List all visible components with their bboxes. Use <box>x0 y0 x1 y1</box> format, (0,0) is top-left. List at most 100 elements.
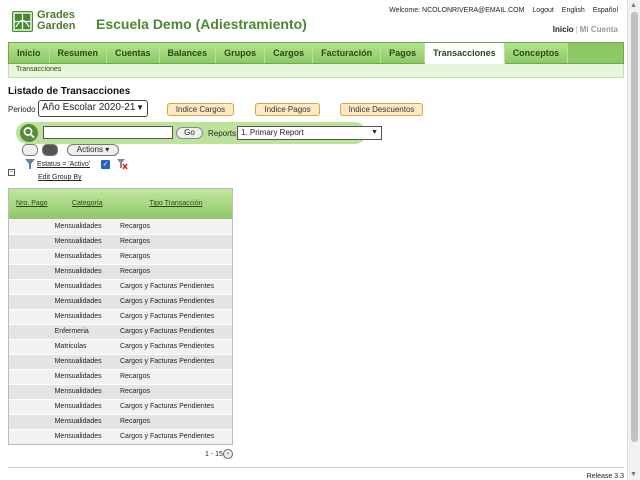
nav-inicio[interactable]: Inicio <box>9 43 50 63</box>
top-links: Welcome: NCOLONRIVERA@EMAIL.COM Logout E… <box>383 7 618 14</box>
sub-nav: Transacciones <box>8 64 624 78</box>
main-nav: Inicio Resumen Cuentas Balances Grupos C… <box>8 42 624 64</box>
next-page-icon[interactable]: › <box>223 449 233 459</box>
indice-cargos-button[interactable]: Indice Cargos <box>167 103 234 116</box>
table-row[interactable]: Mensualidades Recargos <box>9 384 232 399</box>
table-row[interactable]: Mensualidades Cargos y Facturas Pendiente… <box>9 279 232 294</box>
cell-nro-pago <box>9 340 55 354</box>
scroll-down-icon[interactable]: ▼ <box>630 471 637 478</box>
cell-nro-pago <box>9 400 55 414</box>
cell-nro-pago <box>9 250 55 264</box>
filter-link[interactable]: Estatus = 'Activo' <box>37 161 90 168</box>
search-input[interactable] <box>43 126 173 139</box>
cell-tipo-transaccion: Recargos <box>120 418 150 425</box>
school-title: Escuela Demo (Adiestramiento) <box>96 16 307 32</box>
cell-tipo-transaccion: Recargos <box>120 373 150 380</box>
cell-categoria: Mensualidades <box>54 223 102 230</box>
transactions-table: Nro. Pago Categoría Tipo Transacción Men… <box>8 188 233 445</box>
table-row[interactable]: Matriculas Cargos y Facturas Pendientes <box>9 339 232 354</box>
scroll-up-icon[interactable]: ▲ <box>630 2 637 9</box>
cell-categoria: Mensualidades <box>54 388 102 395</box>
nav-transacciones[interactable]: Transacciones <box>425 43 505 64</box>
edit-group-by-link[interactable]: Edit Group By <box>38 174 82 181</box>
cell-categoria: Matriculas <box>54 343 87 350</box>
header-tipo-transaccion[interactable]: Tipo Transacción <box>120 189 232 219</box>
table-row[interactable]: Mensualidades Recargos <box>9 264 232 279</box>
espanol-link[interactable]: Español <box>593 7 618 14</box>
nav-resumen[interactable]: Resumen <box>49 43 108 63</box>
cell-nro-pago <box>9 355 55 369</box>
filter-checkbox[interactable]: ✓ <box>101 160 110 169</box>
cell-nro-pago <box>9 235 55 249</box>
logo-text: Grades Garden <box>37 9 76 32</box>
separator: | <box>575 25 578 34</box>
cell-tipo-transaccion: Recargos <box>120 268 150 275</box>
nav-cuentas[interactable]: Cuentas <box>107 43 160 63</box>
table-row[interactable]: Mensualidades Cargos y Facturas Pendiente… <box>9 429 232 444</box>
view-report-icon[interactable] <box>42 144 58 156</box>
grades-garden-logo[interactable]: Grades Garden <box>12 10 82 34</box>
nav-cargos[interactable]: Cargos <box>265 43 314 63</box>
table-row[interactable]: Mensualidades Recargos <box>9 414 232 429</box>
table-row[interactable]: Mensualidades Recargos <box>9 249 232 264</box>
indice-descuentos-button[interactable]: Indice Descuentos <box>340 103 423 116</box>
cell-categoria: Mensualidades <box>54 253 102 260</box>
table-row[interactable]: Mensualidades Recargos <box>9 369 232 384</box>
cell-nro-pago <box>9 310 55 324</box>
scroll-thumb[interactable] <box>631 12 638 442</box>
actions-label: Actions <box>76 145 103 154</box>
collapse-icon[interactable]: − <box>8 169 15 176</box>
indice-pagos-button[interactable]: Indice Pagos <box>255 103 320 116</box>
table-row[interactable]: Enfermeria Cargos y Facturas Pendientes <box>9 324 232 339</box>
search-icon[interactable] <box>20 124 38 142</box>
english-link[interactable]: English <box>562 7 585 14</box>
cell-categoria: Mensualidades <box>54 238 102 245</box>
table-row[interactable]: Mensualidades Recargos <box>9 234 232 249</box>
cell-nro-pago <box>9 325 55 339</box>
chevron-down-icon: ▾ <box>105 145 110 154</box>
nav-facturacion[interactable]: Facturación <box>313 43 382 63</box>
app-header: Grades Garden Escuela Demo (Adiestramien… <box>0 0 626 42</box>
report-select[interactable]: 1. Primary Report ▼ <box>237 126 382 140</box>
cell-categoria: Mensualidades <box>54 358 102 365</box>
cell-categoria: Mensualidades <box>54 268 102 275</box>
page-title: Listado de Transacciones <box>8 86 131 97</box>
nav-conceptos[interactable]: Conceptos <box>504 43 569 63</box>
cell-categoria: Enfermeria <box>54 328 89 335</box>
period-select[interactable]: Año Escolar 2020-21 ▼ <box>38 100 148 117</box>
cell-nro-pago <box>9 295 55 309</box>
remove-filter-icon[interactable] <box>116 158 128 170</box>
cell-tipo-transaccion: Cargos y Facturas Pendientes <box>120 283 215 290</box>
header-categoria[interactable]: Categoría <box>55 189 120 219</box>
table-row[interactable]: Mensualidades Cargos y Facturas Pendiente… <box>9 309 232 324</box>
period-label: Periodo <box>8 105 36 114</box>
welcome-text: Welcome: NCOLONRIVERA@EMAIL.COM <box>389 7 525 14</box>
filter-icon <box>24 158 36 170</box>
cell-tipo-transaccion: Cargos y Facturas Pendientes <box>120 358 215 365</box>
go-button[interactable]: Go <box>176 127 203 139</box>
user-links: Inicio | Mi Cuenta <box>553 25 618 34</box>
vertical-scrollbar[interactable]: ▲ ▼ <box>627 0 640 480</box>
cell-categoria: Mensualidades <box>54 418 102 425</box>
cell-nro-pago <box>9 430 55 444</box>
cell-tipo-transaccion: Cargos y Facturas Pendientes <box>120 298 215 305</box>
table-header: Nro. Pago Categoría Tipo Transacción <box>9 189 232 219</box>
cell-nro-pago <box>9 280 55 294</box>
nav-pagos[interactable]: Pagos <box>381 43 426 63</box>
table-row[interactable]: Mensualidades Cargos y Facturas Pendiente… <box>9 354 232 369</box>
nav-grupos[interactable]: Grupos <box>216 43 266 63</box>
table-row[interactable]: Mensualidades Recargos <box>9 219 232 234</box>
header-nro-pago[interactable]: Nro. Pago <box>9 189 55 219</box>
logout-link[interactable]: Logout <box>532 7 553 14</box>
view-icons-icon[interactable] <box>22 144 38 156</box>
cell-tipo-transaccion: Cargos y Facturas Pendientes <box>120 343 215 350</box>
mi-cuenta-link[interactable]: Mi Cuenta <box>580 25 618 34</box>
actions-button[interactable]: Actions ▾ <box>67 144 119 156</box>
table-row[interactable]: Mensualidades Cargos y Facturas Pendiente… <box>9 294 232 309</box>
subnav-transacciones[interactable]: Transacciones <box>16 66 61 73</box>
cell-tipo-transaccion: Recargos <box>120 388 150 395</box>
inicio-link[interactable]: Inicio <box>553 25 574 34</box>
table-row[interactable]: Mensualidades Cargos y Facturas Pendiente… <box>9 399 232 414</box>
nav-balances[interactable]: Balances <box>159 43 217 63</box>
cell-categoria: Mensualidades <box>54 403 102 410</box>
